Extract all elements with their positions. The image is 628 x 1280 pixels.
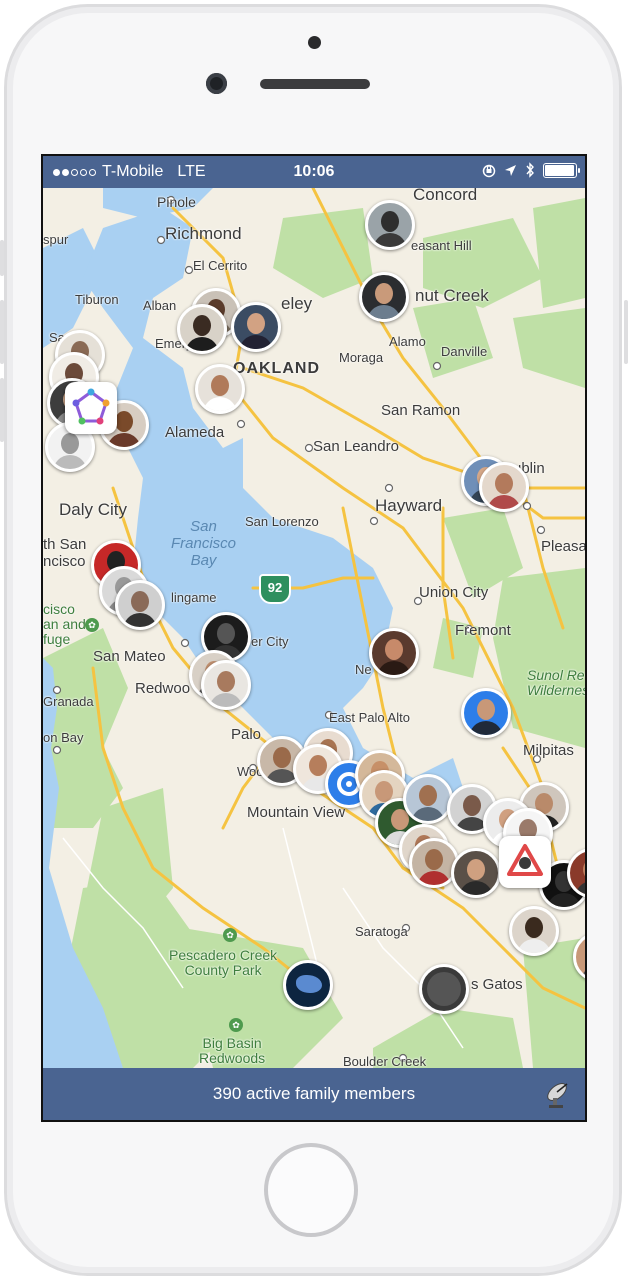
map-label-san-ramon: San Ramon	[381, 402, 461, 419]
map-label-berkeley: eley	[281, 294, 313, 313]
map-label-hayward: Hayward	[375, 496, 443, 515]
location-arrow-icon	[505, 164, 516, 176]
park-marker-icon: ✿	[223, 928, 237, 942]
family-member-avatar[interactable]	[461, 688, 511, 738]
map-label-boulder-creek: Boulder Creek	[343, 1054, 427, 1068]
map-label-palo-alto: Palo	[231, 726, 262, 743]
family-member-avatar[interactable]	[451, 848, 501, 898]
map-label-spur: spur	[43, 232, 69, 247]
map-label-daly-city: Daly City	[59, 500, 128, 519]
map-label-albany: Alban	[143, 298, 177, 313]
volume-down-button[interactable]	[0, 378, 4, 442]
map-label-pinole: Pinole	[157, 194, 196, 210]
map-label-tiburon: Tiburon	[75, 292, 119, 307]
rotation-lock-icon	[482, 164, 496, 178]
map-label-el-cerrito: El Cerrito	[193, 258, 248, 273]
map-label-richmond: Richmond	[165, 224, 242, 243]
map-label-redwood: Redwoo	[135, 680, 191, 697]
map-label-east-palo-alto: East Palo Alto	[329, 710, 410, 725]
map-label-fremont: Fremont	[455, 622, 511, 639]
map-label-south-san-francisco: th San ncisco	[43, 536, 87, 570]
map-label-burlingame: lingame	[171, 590, 217, 605]
park-marker-icon: ✿	[85, 618, 99, 632]
map-label-half-moon-bay: on Bay	[43, 730, 84, 745]
map-label-danville: Danville	[441, 344, 488, 359]
family-member-avatar[interactable]	[195, 364, 245, 414]
map-label-milpitas: Milpitas	[523, 742, 574, 759]
family-member-avatar[interactable]	[359, 272, 409, 322]
family-member-avatar[interactable]	[283, 960, 333, 1010]
map-label-walnut-creek: nut Creek	[415, 286, 489, 305]
battery-icon	[543, 162, 580, 178]
map-label-pleasanton: Pleasa	[541, 538, 585, 555]
family-member-avatar[interactable]	[479, 462, 529, 512]
map-label-saratoga: Saratoga	[355, 924, 408, 939]
map-label-foster-city: er City	[251, 634, 289, 649]
map-label-los-gatos: s Gatos	[471, 976, 523, 993]
status-bar: T-Mobile LTE 10:06	[43, 156, 585, 188]
map-label-alamo: Alamo	[389, 334, 426, 349]
bluetooth-icon	[526, 162, 534, 178]
map-label-granada: Granada	[43, 694, 94, 709]
earpiece-speaker	[260, 79, 370, 89]
family-member-avatar[interactable]	[403, 774, 453, 824]
map-label-sunol: Sunol Re Wildernes	[527, 667, 585, 698]
map-label-san-lorenzo: San Lorenzo	[245, 514, 319, 529]
map-label-san-mateo: San Mateo	[93, 648, 166, 665]
map-label-union-city: Union City	[419, 584, 489, 601]
home-button[interactable]	[264, 1143, 358, 1237]
app-screen: T-Mobile LTE 10:06 Concord Pinole Richmo…	[41, 154, 587, 1122]
family-member-avatar[interactable]	[509, 906, 559, 956]
map-label-sf-bay: San Francisco Bay	[171, 518, 237, 569]
footer-bar: 390 active family members	[43, 1068, 585, 1120]
highway-92-shield: 92	[259, 574, 291, 604]
app-logo-avatar[interactable]	[65, 382, 117, 434]
map-label-refuge: cisco an and fuge	[43, 601, 86, 647]
family-member-avatar[interactable]	[365, 200, 415, 250]
map-label-alameda: Alameda	[165, 424, 225, 441]
map-label-pescadero: Pescadero Creek County Park	[169, 947, 278, 978]
park-marker-icon: ✿	[229, 1018, 243, 1032]
map-label-san-leandro: San Leandro	[313, 438, 399, 455]
mute-switch[interactable]	[0, 240, 4, 276]
map-view[interactable]: Concord Pinole Richmond El Cerrito spur …	[43, 188, 585, 1068]
active-members-count: 390 active family members	[212, 1084, 416, 1103]
map-label-mountain-view: Mountain View	[247, 804, 346, 821]
power-button[interactable]	[624, 300, 628, 364]
family-member-avatar[interactable]	[419, 964, 469, 1014]
map-label-newark: Ne	[355, 662, 372, 677]
family-member-avatar[interactable]	[201, 660, 251, 710]
map-label-moraga: Moraga	[339, 350, 384, 365]
app-logo-avatar[interactable]	[499, 836, 551, 888]
map-label-pleasant-hill: easant Hill	[411, 238, 472, 253]
family-member-avatar[interactable]	[115, 580, 165, 630]
front-camera	[206, 73, 227, 94]
triangle-network-icon	[507, 844, 543, 876]
family-member-avatar[interactable]	[231, 302, 281, 352]
map-label-oakland: OAKLAND	[233, 360, 320, 377]
satellite-dish-icon[interactable]	[543, 1078, 575, 1110]
family-member-avatar[interactable]	[369, 628, 419, 678]
family-member-avatar[interactable]	[177, 304, 227, 354]
volume-up-button[interactable]	[0, 300, 4, 364]
proximity-sensor	[308, 36, 321, 49]
map-label-concord: Concord	[413, 188, 478, 204]
map-label-big-basin: Big Basin Redwoods	[199, 1035, 266, 1066]
pentagon-network-icon	[72, 388, 110, 425]
